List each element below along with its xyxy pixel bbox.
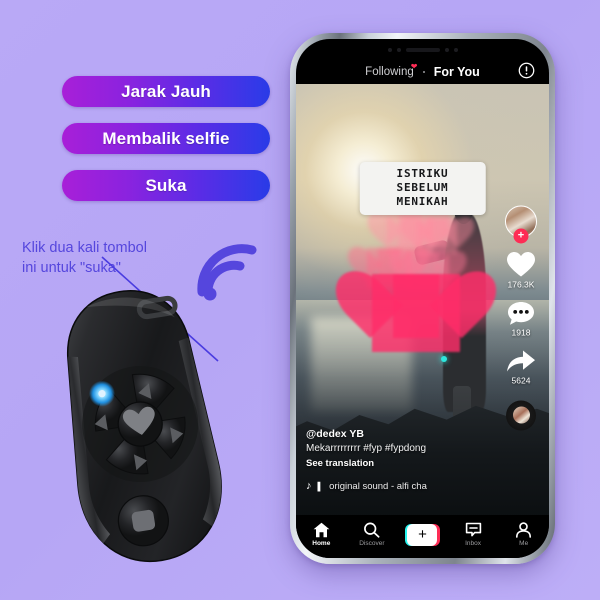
nav-item-discover[interactable]: Discover	[347, 522, 398, 547]
nav-label-inbox: Inbox	[465, 540, 482, 547]
nav-item-inbox[interactable]: Inbox	[448, 522, 499, 547]
music-equalizer-icon: ▌	[317, 481, 324, 491]
video-caption-line-1: ISTRIKU SEBELUM	[396, 166, 449, 194]
video-player[interactable]: ISTRIKU SEBELUM MENIKAH + 176.3K 1918 56…	[296, 84, 549, 515]
action-rail: + 176.3K 1918 5624	[500, 205, 542, 430]
following-heart-badge-icon: ❤	[410, 62, 418, 71]
search-icon[interactable]	[363, 522, 380, 538]
vinyl-record-icon[interactable]	[506, 400, 536, 430]
phone-screen: Following ❤ For You ISTRIKU SEBELUM MENI…	[296, 39, 549, 558]
bottom-nav-bar: Home Discover + Inbox Me	[296, 515, 549, 558]
video-description: Mekarrrrrrrrr #fyp #fypdong	[306, 443, 427, 454]
create-plus-icon[interactable]: +	[407, 523, 438, 546]
nav-label-discover: Discover	[359, 540, 385, 547]
tab-separator-dot	[422, 71, 425, 73]
home-icon[interactable]	[313, 522, 330, 538]
album-art	[512, 406, 530, 424]
follow-plus-button[interactable]: +	[513, 228, 529, 243]
video-caption-box: ISTRIKU SEBELUM MENIKAH	[359, 161, 486, 215]
nav-label-me: Me	[519, 540, 529, 547]
floating-heart-icon-main	[371, 273, 460, 352]
music-title: original sound - alfi cha	[329, 480, 427, 492]
tab-for-you-label: For You	[433, 65, 480, 79]
promo-pill-label: Jarak Jauh	[121, 81, 211, 101]
bluetooth-shutter-remote[interactable]	[46, 284, 236, 569]
promo-pill-list: Jarak Jauh Membalik selfie Suka	[62, 76, 270, 217]
rail-item-share[interactable]: 5624	[506, 348, 536, 385]
promo-pill-label: Suka	[145, 175, 187, 195]
promo-pill-label: Membalik selfie	[102, 128, 230, 148]
rail-item-comment[interactable]: 1918	[507, 300, 535, 337]
nav-item-create[interactable]: +	[397, 523, 448, 546]
nav-label-home: Home	[312, 540, 331, 547]
feed-tab-bar: Following ❤ For You	[296, 61, 549, 83]
nav-item-home[interactable]: Home	[296, 522, 347, 547]
phone-mockup: Following ❤ For You ISTRIKU SEBELUM MENI…	[290, 33, 555, 564]
promo-pill-jarak-jauh[interactable]: Jarak Jauh	[62, 76, 270, 107]
share-arrow-icon[interactable]	[506, 348, 536, 374]
tab-for-you[interactable]: For You	[434, 65, 480, 79]
shutter-square-icon	[131, 509, 156, 532]
video-username[interactable]: @dedex YB	[306, 428, 486, 440]
promo-pill-membalik-selfie[interactable]: Membalik selfie	[62, 123, 270, 154]
rail-item-like[interactable]: 176.3K	[506, 250, 536, 289]
music-row[interactable]: ♪ ▌ original sound - alfi cha	[306, 480, 427, 492]
video-meta: @dedex YB Mekarrrrrrrrr #fyp #fypdong Se…	[306, 428, 486, 469]
heart-icon[interactable]	[506, 250, 536, 278]
inbox-message-icon[interactable]	[465, 522, 482, 538]
video-caption-line-2: MENIKAH	[396, 194, 449, 208]
music-note-icon: ♪	[306, 480, 312, 492]
create-button[interactable]: +	[404, 523, 440, 546]
tab-following[interactable]: Following ❤	[365, 63, 417, 79]
exclamation-circle-icon[interactable]	[518, 62, 535, 79]
like-count: 176.3K	[507, 279, 535, 289]
nav-item-me[interactable]: Me	[498, 522, 549, 547]
share-count: 5624	[511, 375, 531, 385]
comment-count: 1918	[511, 327, 531, 337]
rail-item-avatar[interactable]: +	[505, 205, 537, 243]
comment-bubble-icon[interactable]	[507, 300, 535, 326]
see-translation-link[interactable]: See translation	[306, 458, 486, 469]
tab-following-label: Following	[365, 66, 414, 78]
phone-notch	[363, 39, 482, 61]
promo-pill-suka[interactable]: Suka	[62, 170, 270, 201]
person-icon[interactable]	[515, 522, 532, 538]
